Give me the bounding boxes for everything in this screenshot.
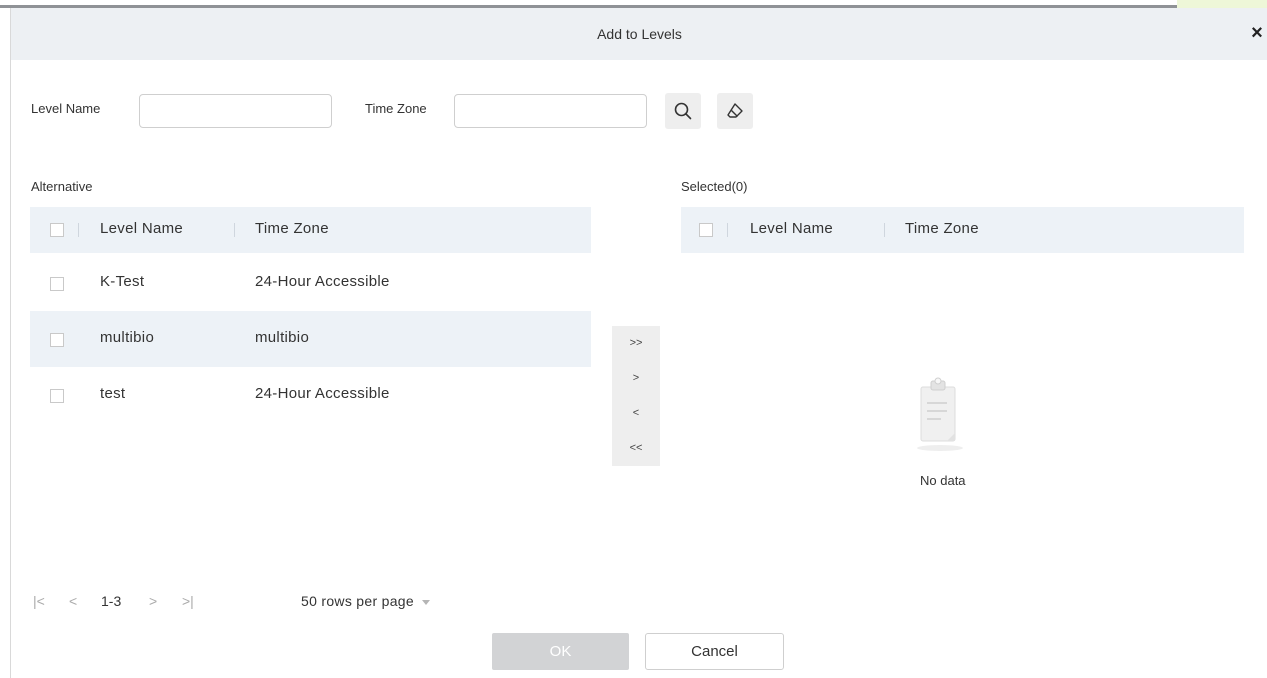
cancel-button[interactable]: Cancel: [645, 633, 784, 670]
alternative-col-level-name: Level Name: [100, 220, 184, 237]
rows-per-page-label: 50 rows per page: [301, 593, 414, 609]
time-zone-label: Time Zone: [365, 101, 427, 116]
column-separator: [884, 223, 885, 237]
page-range: 1-3: [101, 593, 122, 609]
dialog-title: Add to Levels: [597, 26, 682, 42]
rows-per-page-select[interactable]: 50 rows per page: [301, 593, 430, 609]
level-name-label: Level Name: [31, 101, 101, 116]
caret-down-icon: [421, 599, 430, 605]
row-time-zone: 24-Hour Accessible: [255, 273, 390, 290]
clear-button[interactable]: [717, 93, 753, 129]
row-checkbox[interactable]: [50, 333, 64, 347]
row-time-zone: 24-Hour Accessible: [255, 385, 390, 402]
move-all-right-button[interactable]: >>: [612, 326, 660, 361]
row-checkbox[interactable]: [50, 389, 64, 403]
background-strip: [0, 0, 1267, 8]
last-page-button[interactable]: >|: [182, 593, 194, 609]
row-time-zone: multibio: [255, 329, 310, 346]
dialog-titlebar: Add to Levels ×: [11, 8, 1267, 60]
selected-select-all-checkbox[interactable]: [699, 223, 713, 237]
column-separator: [78, 223, 79, 237]
move-left-button[interactable]: <: [612, 396, 660, 431]
close-icon[interactable]: ×: [1246, 22, 1267, 44]
alternative-select-all-checkbox[interactable]: [50, 223, 64, 237]
table-row[interactable]: test 24-Hour Accessible: [30, 367, 591, 423]
search-icon: [674, 102, 692, 120]
selected-title: Selected(0): [681, 179, 748, 194]
column-separator: [727, 223, 728, 237]
table-row[interactable]: multibio multibio: [30, 311, 591, 367]
add-to-levels-dialog: Add to Levels × Level Name Time Zone Alt…: [10, 8, 1267, 678]
alternative-col-time-zone: Time Zone: [255, 220, 329, 237]
next-page-button[interactable]: >: [149, 593, 157, 609]
prev-page-button[interactable]: <: [69, 593, 77, 609]
ok-button[interactable]: OK: [492, 633, 629, 670]
move-all-left-button[interactable]: <<: [612, 431, 660, 466]
row-level-name: test: [100, 385, 126, 402]
no-data-text: No data: [920, 473, 966, 488]
row-level-name: multibio: [100, 329, 155, 346]
selected-col-time-zone: Time Zone: [905, 220, 979, 237]
move-right-button[interactable]: >: [612, 361, 660, 396]
clipboard-icon: [917, 377, 963, 451]
column-separator: [234, 223, 235, 237]
row-level-name: K-Test: [100, 273, 145, 290]
background-accent: [1177, 0, 1267, 8]
row-checkbox[interactable]: [50, 277, 64, 291]
eraser-icon: [727, 103, 743, 118]
level-name-input[interactable]: [139, 94, 332, 128]
alternative-table-header: Level Name Time Zone: [30, 207, 591, 253]
selected-table-header: Level Name Time Zone: [681, 207, 1244, 253]
selected-col-level-name: Level Name: [750, 220, 834, 237]
alternative-title: Alternative: [31, 179, 93, 194]
table-row[interactable]: K-Test 24-Hour Accessible: [30, 255, 591, 311]
search-button[interactable]: [665, 93, 701, 129]
time-zone-input[interactable]: [454, 94, 647, 128]
transfer-buttons: >> > < <<: [612, 326, 660, 466]
first-page-button[interactable]: |<: [33, 593, 45, 609]
